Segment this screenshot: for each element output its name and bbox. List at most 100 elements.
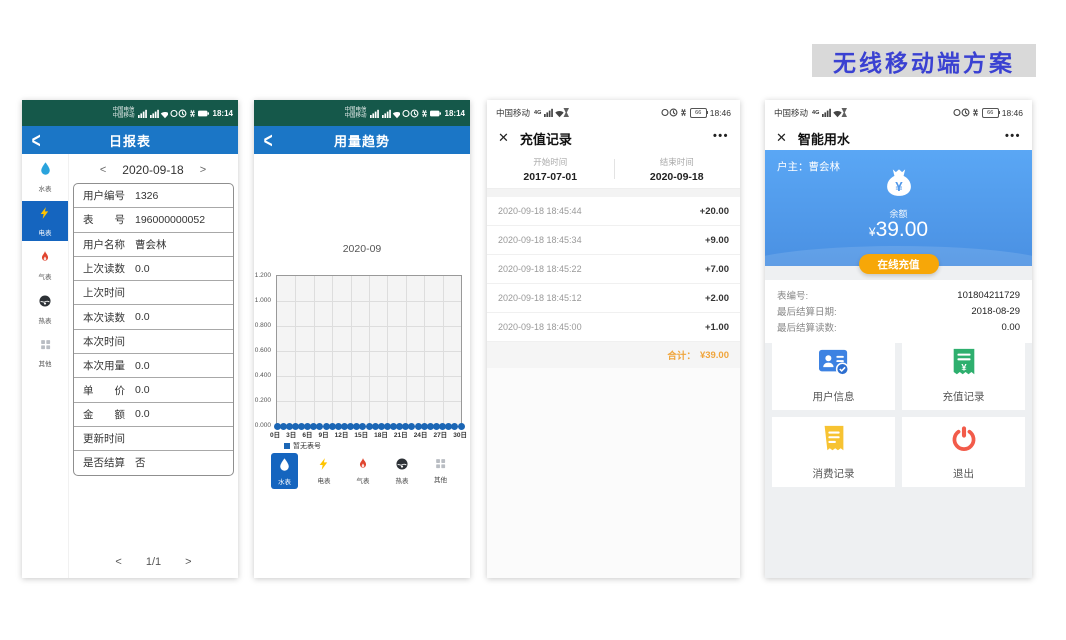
- recharge-records-icon: ¥: [950, 347, 978, 382]
- info-label: 表编号:: [777, 288, 808, 302]
- close-icon[interactable]: ✕: [776, 130, 787, 146]
- y-tick-label: 0.800: [255, 322, 271, 329]
- info-value: 2018-08-29: [971, 306, 1020, 317]
- status-left: 中国移动 4G: [774, 107, 848, 120]
- gridline-horizontal: [277, 351, 461, 352]
- form-row-label: 是否结算: [83, 455, 125, 470]
- date-range-filter: 开始时间 2017-07-01 结束时间 2020-09-18: [487, 150, 740, 189]
- back-button[interactable]: <: [264, 128, 273, 152]
- form-row-label: 用户名称: [83, 237, 125, 252]
- consume-records-icon: [821, 424, 847, 459]
- tab-other[interactable]: 其他: [428, 453, 453, 487]
- electric-meter-icon: [317, 457, 331, 473]
- prev-page-button[interactable]: <: [115, 556, 121, 568]
- gas-meter-icon: [38, 250, 52, 269]
- form-row-value: 0.0: [135, 263, 150, 275]
- recharge-record-row[interactable]: 2020-09-18 18:45:34+9.00: [487, 226, 740, 255]
- record-time: 2020-09-18 18:45:12: [498, 293, 582, 303]
- end-date-picker[interactable]: 结束时间 2020-09-18: [614, 150, 741, 188]
- form-row[interactable]: 单 价 0.0: [74, 377, 233, 401]
- date-navigator: < 2020-09-18 >: [71, 159, 235, 181]
- logout-card[interactable]: 退出: [902, 417, 1025, 487]
- tab-label: 电表: [318, 475, 331, 485]
- form-row[interactable]: 用户编号1326: [74, 184, 233, 207]
- money-bag-icon: ¥: [880, 166, 918, 209]
- gridline-horizontal: [277, 326, 461, 327]
- chart-y-axis: 1.2001.0000.8000.6000.4000.2000.000: [254, 275, 273, 425]
- sidebar-item-gas[interactable]: 气表: [22, 245, 68, 285]
- next-page-button[interactable]: >: [185, 556, 191, 568]
- status-icons: [138, 108, 210, 119]
- sidebar-item-label: 气表: [39, 271, 52, 281]
- form-row[interactable]: 是否结算否: [74, 450, 233, 474]
- recharge-records-card[interactable]: ¥充值记录: [902, 340, 1025, 410]
- y-tick-label: 0.200: [255, 397, 271, 404]
- form-row[interactable]: 更新时间: [74, 426, 233, 450]
- record-time: 2020-09-18 18:45:00: [498, 322, 582, 332]
- recharge-record-row[interactable]: 2020-09-18 18:45:12+2.00: [487, 284, 740, 313]
- x-tick-label: 6日: [302, 429, 312, 439]
- status-left: 中国移动 4G: [496, 107, 570, 120]
- tab-electric[interactable]: 电表: [311, 453, 337, 488]
- form-row[interactable]: 本次时间: [74, 329, 233, 353]
- form-row[interactable]: 表 号196000000052: [74, 207, 233, 231]
- info-label: 最后结算读数:: [777, 320, 837, 334]
- form-row[interactable]: 用户名称曹会林: [74, 232, 233, 256]
- form-row[interactable]: 金 额0.0: [74, 402, 233, 426]
- form-row[interactable]: 上次时间: [74, 280, 233, 304]
- current-date[interactable]: 2020-09-18: [122, 163, 183, 177]
- tab-gas[interactable]: 气表: [350, 453, 376, 488]
- chart-title: 2020-09: [254, 243, 470, 255]
- legend-swatch: [284, 443, 290, 449]
- next-day-button[interactable]: >: [200, 164, 206, 176]
- x-tick-label: 9日: [318, 429, 328, 439]
- status-time: 18:46: [710, 108, 731, 118]
- status-bar: 中国移动 4G 66 18:46: [765, 100, 1032, 126]
- close-icon[interactable]: ✕: [498, 130, 509, 146]
- start-date-picker[interactable]: 开始时间 2017-07-01: [487, 150, 614, 188]
- banner-title: 无线移动端方案: [833, 44, 1015, 78]
- x-tick-label: 27日: [433, 429, 447, 439]
- info-label: 最后结算日期:: [777, 304, 837, 318]
- owner-label: 户主：曹会林: [777, 159, 840, 174]
- tab-heat[interactable]: 热表: [389, 453, 415, 488]
- recharge-record-row[interactable]: 2020-09-18 18:45:22+7.00: [487, 255, 740, 284]
- tab-water[interactable]: 水表: [271, 453, 298, 489]
- form-row-value: 0.0: [135, 384, 150, 396]
- more-menu-icon[interactable]: •••: [1005, 130, 1021, 146]
- card-label: 用户信息: [813, 389, 855, 404]
- y-tick-label: 1.000: [255, 297, 271, 304]
- feature-grid: 用户信息 ¥充值记录消费记录退出: [772, 340, 1025, 487]
- battery-icon: 66: [690, 108, 707, 118]
- form-row[interactable]: 上次读数0.0: [74, 256, 233, 280]
- recharge-record-row[interactable]: 2020-09-18 18:45:00+1.00: [487, 313, 740, 342]
- recharge-record-row[interactable]: 2020-09-18 18:45:44+20.00: [487, 197, 740, 226]
- form-row[interactable]: 本次读数0.0: [74, 304, 233, 328]
- record-time: 2020-09-18 18:45:22: [498, 264, 582, 274]
- record-time: 2020-09-18 18:45:34: [498, 235, 582, 245]
- misc-status-icons: [661, 107, 687, 120]
- sidebar-item-electric[interactable]: 电表: [22, 201, 68, 241]
- form-row-label: 单 价: [83, 383, 125, 398]
- sidebar-item-heat[interactable]: 热表: [22, 289, 68, 329]
- more-menu-icon[interactable]: •••: [713, 130, 729, 146]
- info-value: 0.00: [1002, 322, 1021, 333]
- consume-records-card[interactable]: 消费记录: [772, 417, 895, 487]
- legend-label: 暂无表号: [293, 441, 321, 451]
- sidebar-item-other[interactable]: 其他: [22, 333, 68, 373]
- chart-plot-area: [276, 275, 462, 427]
- other-meter-icon: [39, 338, 52, 356]
- x-tick-label: 15日: [354, 429, 368, 439]
- online-recharge-button[interactable]: 在线充值: [859, 254, 939, 274]
- form-row-value: 0.0: [135, 360, 150, 372]
- status-time: 18:14: [445, 109, 465, 118]
- y-tick-label: 0.400: [255, 372, 271, 379]
- back-button[interactable]: <: [32, 128, 41, 152]
- prev-day-button[interactable]: <: [100, 164, 106, 176]
- tab-label: 水表: [278, 476, 291, 486]
- user-info-card[interactable]: 用户信息: [772, 340, 895, 410]
- form-row[interactable]: 本次用量0.0: [74, 353, 233, 377]
- page-indicator: 1/1: [146, 556, 161, 568]
- sidebar-item-water[interactable]: 水表: [22, 157, 68, 197]
- other-meter-icon: [434, 457, 447, 472]
